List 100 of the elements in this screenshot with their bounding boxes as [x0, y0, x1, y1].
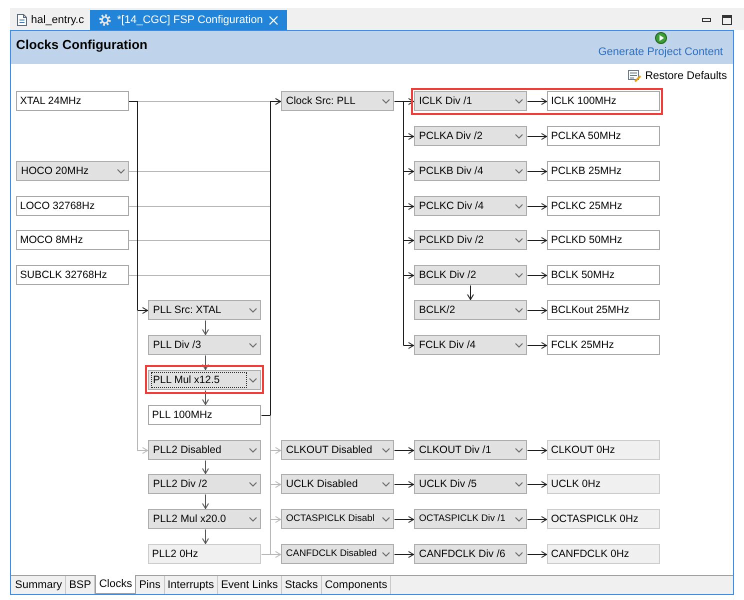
connector-arrow [403, 98, 415, 105]
chevron-down-icon [515, 238, 523, 242]
connector-arrow [527, 203, 548, 210]
frequency-field[interactable]: LOCO 32768Hz [16, 196, 129, 216]
frequency-field: PCLKA 50MHz [547, 126, 660, 146]
connector-arrow [202, 390, 209, 406]
chevron-down-icon [382, 448, 390, 452]
frequency-field: FCLK 25MHz [547, 335, 660, 355]
page-tab[interactable]: Pins [136, 576, 164, 594]
clock-dropdown[interactable]: BCLK Div /2 [414, 265, 527, 285]
clock-dropdown[interactable]: BCLK/2 [414, 300, 527, 320]
chevron-down-icon [249, 378, 257, 382]
connector-arrow [403, 237, 415, 244]
frequency-field[interactable]: SUBCLK 32768Hz [16, 265, 129, 285]
minimize-icon[interactable] [702, 18, 711, 22]
chevron-down-icon [515, 168, 523, 174]
chevron-down-icon [515, 272, 523, 278]
clock-dropdown[interactable]: HOCO 20MHz [16, 161, 129, 181]
page-title: Clocks Configuration [16, 36, 148, 54]
frequency-field: CLKOUT 0Hz [547, 440, 660, 460]
connector-arrow [202, 355, 209, 371]
clock-dropdown[interactable]: PLL2 Mul x20.0 [148, 509, 261, 529]
connector-arrow [527, 481, 548, 488]
connector-arrow [403, 133, 415, 140]
chevron-down-icon [117, 168, 125, 174]
chevron-down-icon [515, 204, 523, 208]
chevron-down-icon [515, 516, 523, 522]
chevron-down-icon [382, 98, 390, 104]
chevron-down-icon [249, 308, 257, 312]
frequency-field[interactable]: MOCO 8MHz [16, 230, 129, 250]
editor-tab[interactable]: hal_entry.c [13, 10, 88, 30]
chevron-down-icon [515, 308, 523, 312]
frequency-field: PCLKB 25MHz [547, 161, 660, 181]
connector-arrow [527, 133, 548, 140]
clock-dropdown[interactable]: ICLK Div /1 [414, 91, 527, 111]
page-tab[interactable]: Summary [12, 576, 66, 594]
clock-dropdown[interactable]: PLL2 Disabled [148, 440, 261, 460]
connector-arrow [202, 494, 209, 510]
connector-arrow [202, 320, 209, 336]
maximize-icon[interactable] [722, 15, 732, 25]
connector-arrow [394, 447, 415, 454]
chevron-down-icon [249, 516, 257, 522]
connector-arrow [270, 516, 282, 523]
frequency-field: PCLKC 25MHz [547, 196, 660, 216]
connector-arrow [202, 529, 209, 545]
clock-dropdown[interactable]: Clock Src: PLL [281, 91, 394, 111]
close-icon[interactable] [268, 16, 278, 24]
connector-arrow [403, 272, 415, 279]
chevron-down-icon [515, 98, 523, 104]
chevron-down-icon [249, 482, 257, 486]
connector-arrow [527, 272, 548, 279]
frequency-field: PCLKD 50MHz [547, 230, 660, 250]
connector-arrow [527, 168, 548, 175]
frequency-field: CANFDCLK 0Hz [547, 544, 660, 564]
clock-dropdown[interactable]: PCLKC Div /4 [414, 196, 527, 216]
page-tab[interactable]: Interrupts [164, 576, 218, 594]
chevron-down-icon [382, 482, 390, 486]
chevron-down-icon [249, 448, 257, 452]
clock-dropdown[interactable]: PLL Mul x12.5 [148, 370, 261, 390]
clock-dropdown[interactable]: PCLKB Div /4 [414, 161, 527, 181]
page-tab[interactable]: Event Links [218, 576, 282, 594]
clock-dropdown[interactable]: PLL2 Div /2 [148, 474, 261, 494]
connector-arrow [527, 307, 548, 314]
frequency-field: ICLK 100MHz [547, 91, 660, 111]
page-tab[interactable]: Clocks [95, 575, 136, 594]
chevron-down-icon [382, 552, 390, 556]
connector-arrow [527, 447, 548, 454]
file-icon [17, 14, 27, 26]
chevron-down-icon [515, 134, 523, 138]
chevron-down-icon [515, 552, 523, 556]
clock-dropdown[interactable]: PCLKD Div /2 [414, 230, 527, 250]
connector-arrow [527, 237, 548, 244]
clock-dropdown[interactable]: PLL Src: XTAL [148, 300, 261, 320]
connector-arrow [394, 481, 415, 488]
clock-dropdown[interactable]: PCLKA Div /2 [414, 126, 527, 146]
connector-arrow [403, 342, 415, 349]
frequency-field: BCLKout 25MHz [547, 300, 660, 320]
connector-arrow [527, 342, 548, 349]
page-tab[interactable]: Stacks [282, 576, 322, 594]
frequency-field: OCTASPICLK 0Hz [547, 509, 660, 529]
frequency-field: BCLK 50MHz [547, 265, 660, 285]
connector-arrow [270, 447, 282, 454]
frequency-field: UCLK 0Hz [547, 474, 660, 494]
restore-defaults-button[interactable]: Restore Defaults [628, 69, 727, 83]
chevron-down-icon [515, 448, 523, 452]
connector-arrow [270, 481, 282, 488]
chevron-down-icon [249, 342, 257, 348]
connector-arrow [202, 460, 209, 475]
connector-arrow [527, 516, 548, 523]
table-edit-icon [628, 70, 642, 82]
editor-tab[interactable]: *[14_CGC] FSP Configuration [90, 10, 287, 30]
clock-dropdown[interactable]: FCLK Div /4 [414, 335, 527, 355]
connector-arrow [527, 98, 548, 105]
clock-dropdown[interactable]: PLL Div /3 [148, 335, 261, 355]
chevron-down-icon [515, 342, 523, 348]
connector-arrow [394, 551, 415, 558]
frequency-field: PLL 100MHz [148, 405, 261, 425]
frequency-field[interactable]: XTAL 24MHz [16, 91, 129, 111]
page-tab[interactable]: Components [322, 576, 392, 594]
frequency-field: PLL2 0Hz [148, 544, 261, 564]
